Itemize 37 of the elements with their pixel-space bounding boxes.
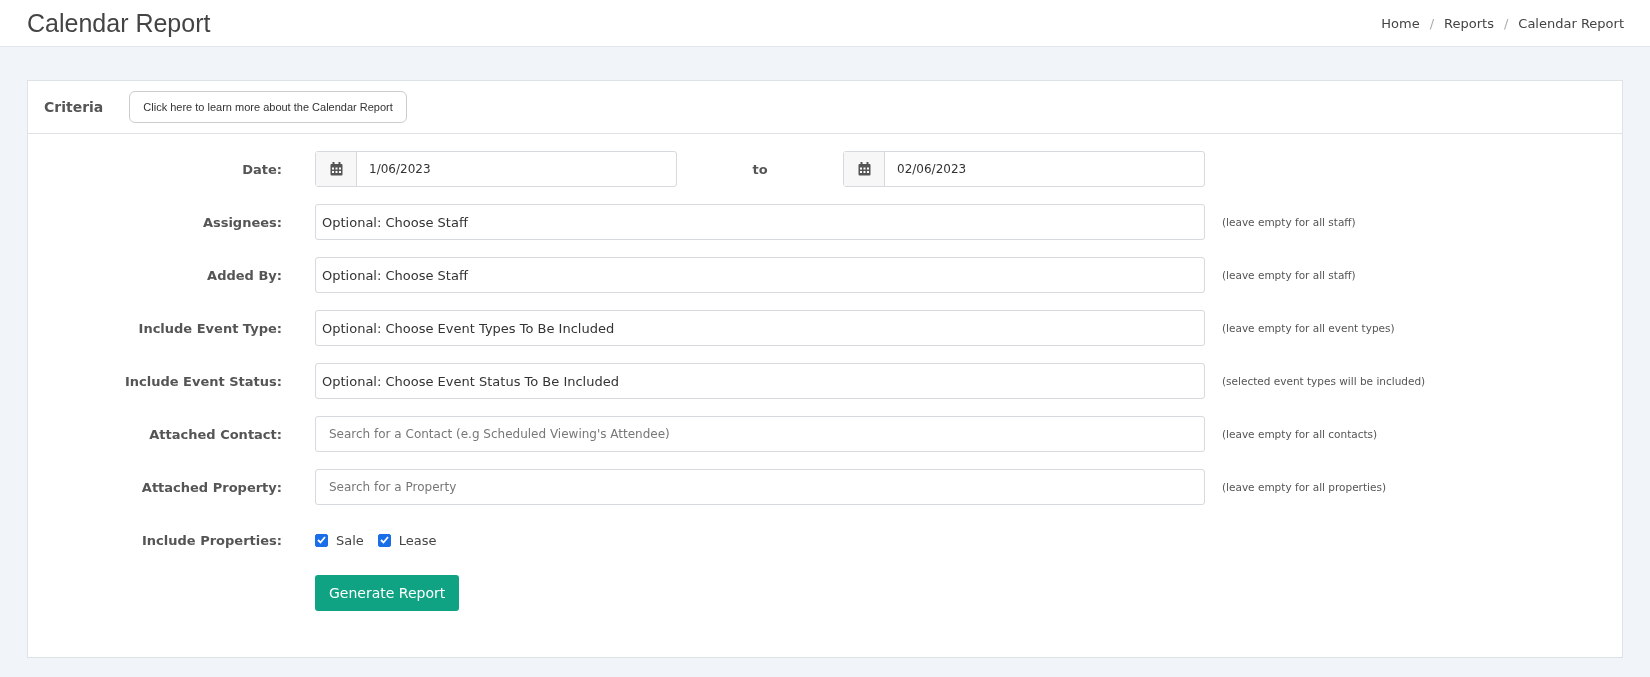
select-field[interactable]: Optional: Choose Event Status To Be Included bbox=[315, 363, 1205, 399]
help-button[interactable]: Click here to learn more about the Calendar Report bbox=[129, 91, 407, 123]
breadcrumb-link[interactable]: Home bbox=[1381, 15, 1420, 31]
select-field[interactable]: Optional: Choose Staff bbox=[315, 204, 1205, 240]
field-label: Include Properties: bbox=[141, 532, 283, 548]
select-field[interactable]: Optional: Choose Staff bbox=[315, 257, 1205, 293]
field-label: Attached Property: bbox=[140, 479, 283, 495]
breadcrumb-separator: / bbox=[1429, 15, 1435, 31]
checkbox-label: Lease bbox=[398, 532, 437, 548]
breadcrumb-separator: / bbox=[1503, 15, 1509, 31]
field-label: Assignees: bbox=[201, 214, 283, 230]
field-hint: (leave empty for all contacts) bbox=[1222, 428, 1378, 440]
field-label: Added By: bbox=[206, 267, 283, 283]
range-separator: to bbox=[751, 161, 769, 177]
date-field[interactable]: 1/06/2023 bbox=[315, 151, 677, 187]
calendar-icon bbox=[329, 162, 343, 176]
field-label: Include Event Type: bbox=[137, 320, 283, 336]
breadcrumb-link[interactable]: Reports bbox=[1444, 15, 1494, 31]
page-title: Calendar Report bbox=[27, 8, 211, 38]
field-hint: (leave empty for all event types) bbox=[1222, 322, 1395, 334]
search-field[interactable]: Search for a Property bbox=[315, 469, 1205, 505]
field-label: Include Event Status: bbox=[123, 373, 283, 389]
calendar-icon bbox=[857, 162, 871, 176]
checkbox-label: Sale bbox=[336, 532, 364, 548]
field-label: Attached Contact: bbox=[148, 426, 283, 442]
field-hint: (selected event types will be included) bbox=[1222, 375, 1426, 387]
checkbox[interactable] bbox=[315, 533, 328, 547]
breadcrumb-link[interactable]: Calendar Report bbox=[1518, 15, 1624, 31]
field-hint: (leave empty for all staff) bbox=[1222, 269, 1356, 281]
field-label: Date: bbox=[241, 161, 283, 177]
search-field[interactable]: Search for a Contact (e.g Scheduled Viewing's Attendee) bbox=[315, 416, 1205, 452]
date-field[interactable]: 02/06/2023 bbox=[843, 151, 1205, 187]
card-title: Criteria bbox=[44, 99, 104, 115]
select-field[interactable]: Optional: Choose Event Types To Be Included bbox=[315, 310, 1205, 346]
field-hint: (leave empty for all staff) bbox=[1222, 216, 1356, 228]
checkbox[interactable] bbox=[377, 533, 391, 547]
field-hint: (leave empty for all properties) bbox=[1222, 481, 1386, 493]
